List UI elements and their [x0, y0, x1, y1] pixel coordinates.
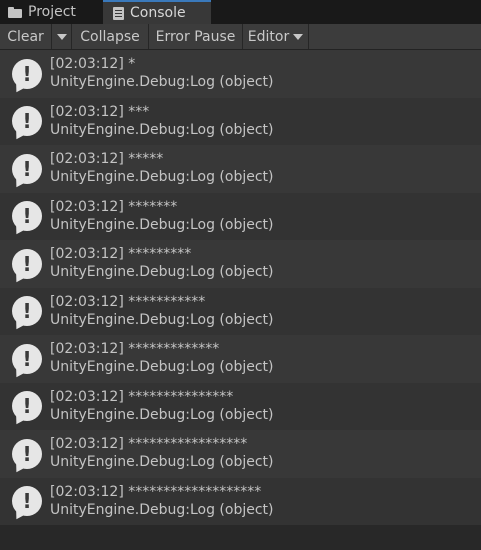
log-source: UnityEngine.Debug:Log (object) [50, 311, 274, 328]
tab-bar: Project Console [0, 0, 481, 24]
log-entry[interactable]: ! [02:03:12] *********** UnityEngine.Deb… [0, 287, 481, 335]
log-list[interactable]: ! [02:03:12] * UnityEngine.Debug:Log (ob… [0, 50, 481, 526]
log-source: UnityEngine.Debug:Log (object) [50, 359, 274, 375]
tab-project-label: Project [28, 4, 76, 20]
info-bubble-icon: ! [12, 438, 42, 469]
info-bubble-icon: ! [12, 391, 42, 422]
log-text: [02:03:12] *************** UnityEngine.D… [50, 388, 274, 424]
log-source: UnityEngine.Debug:Log (object) [50, 454, 274, 470]
info-bubble-icon: ! [12, 296, 42, 327]
log-source: UnityEngine.Debug:Log (object) [50, 501, 274, 518]
log-entry[interactable]: ! [02:03:12] ********* UnityEngine.Debug… [0, 240, 481, 288]
tab-console-label: Console [130, 5, 186, 21]
console-icon [113, 6, 124, 20]
info-bubble-icon: ! [12, 343, 42, 374]
log-text: [02:03:12] ************* UnityEngine.Deb… [50, 340, 274, 376]
console-toolbar: Clear Collapse Error Pause Editor [0, 24, 481, 50]
clear-options-dropdown[interactable] [52, 24, 72, 49]
folder-icon [8, 6, 22, 18]
log-source: UnityEngine.Debug:Log (object) [50, 216, 274, 233]
info-bubble-icon: ! [12, 248, 42, 279]
info-bubble-icon: ! [12, 106, 42, 137]
log-source: UnityEngine.Debug:Log (object) [50, 406, 274, 423]
log-message: [02:03:12] *** [50, 103, 150, 120]
error-pause-toggle[interactable]: Error Pause [149, 24, 243, 49]
info-bubble-icon: ! [12, 58, 42, 89]
chevron-down-icon [56, 33, 67, 40]
tab-project[interactable]: Project [0, 0, 100, 24]
log-entry[interactable]: ! [02:03:12] *************** UnityEngine… [0, 382, 481, 430]
log-entry[interactable]: ! [02:03:12] * UnityEngine.Debug:Log (ob… [0, 50, 481, 98]
log-message: [02:03:12] *************** [50, 388, 234, 405]
log-source: UnityEngine.Debug:Log (object) [50, 121, 274, 138]
log-source: UnityEngine.Debug:Log (object) [50, 169, 274, 185]
log-message: [02:03:12] ******************* [50, 483, 262, 500]
log-entry[interactable]: ! [02:03:12] ******************* UnityEn… [0, 477, 481, 525]
collapse-toggle[interactable]: Collapse [72, 24, 149, 49]
log-source: UnityEngine.Debug:Log (object) [50, 264, 274, 280]
clear-button[interactable]: Clear [0, 24, 52, 49]
info-bubble-icon: ! [12, 201, 42, 232]
log-message: [02:03:12] ***** [50, 151, 164, 167]
log-text: [02:03:12] * UnityEngine.Debug:Log (obje… [50, 55, 274, 91]
log-message: [02:03:12] *********** [50, 293, 206, 310]
log-text: [02:03:12] ******************* UnityEngi… [50, 483, 274, 519]
editor-dropdown[interactable]: Editor [243, 24, 309, 49]
log-message: [02:03:12] * [50, 56, 136, 72]
error-pause-toggle-label: Error Pause [155, 28, 236, 45]
log-message: [02:03:12] ******* [50, 198, 178, 215]
log-message: [02:03:12] ***************** [50, 436, 248, 452]
collapse-toggle-label: Collapse [80, 28, 140, 45]
info-bubble-icon: ! [12, 153, 42, 184]
log-entry[interactable]: ! [02:03:12] ***** UnityEngine.Debug:Log… [0, 145, 481, 193]
chevron-down-icon [293, 33, 304, 40]
log-text: [02:03:12] ***************** UnityEngine… [50, 435, 274, 471]
log-text: [02:03:12] *********** UnityEngine.Debug… [50, 293, 274, 329]
log-entry[interactable]: ! [02:03:12] *** UnityEngine.Debug:Log (… [0, 97, 481, 145]
log-entry[interactable]: ! [02:03:12] ************* UnityEngine.D… [0, 335, 481, 383]
clear-button-label: Clear [7, 28, 44, 45]
log-list-empty-area [0, 526, 481, 550]
log-text: [02:03:12] ***** UnityEngine.Debug:Log (… [50, 150, 274, 186]
log-entry[interactable]: ! [02:03:12] ******* UnityEngine.Debug:L… [0, 192, 481, 240]
log-entry[interactable]: ! [02:03:12] ***************** UnityEngi… [0, 430, 481, 478]
tab-console[interactable]: Console [103, 0, 211, 24]
log-text: [02:03:12] *** UnityEngine.Debug:Log (ob… [50, 103, 274, 139]
log-text: [02:03:12] ******* UnityEngine.Debug:Log… [50, 198, 274, 234]
log-text: [02:03:12] ********* UnityEngine.Debug:L… [50, 245, 274, 281]
info-bubble-icon: ! [12, 486, 42, 517]
log-message: [02:03:12] ************* [50, 341, 220, 357]
log-message: [02:03:12] ********* [50, 246, 192, 262]
editor-dropdown-label: Editor [247, 28, 290, 45]
log-source: UnityEngine.Debug:Log (object) [50, 74, 274, 90]
